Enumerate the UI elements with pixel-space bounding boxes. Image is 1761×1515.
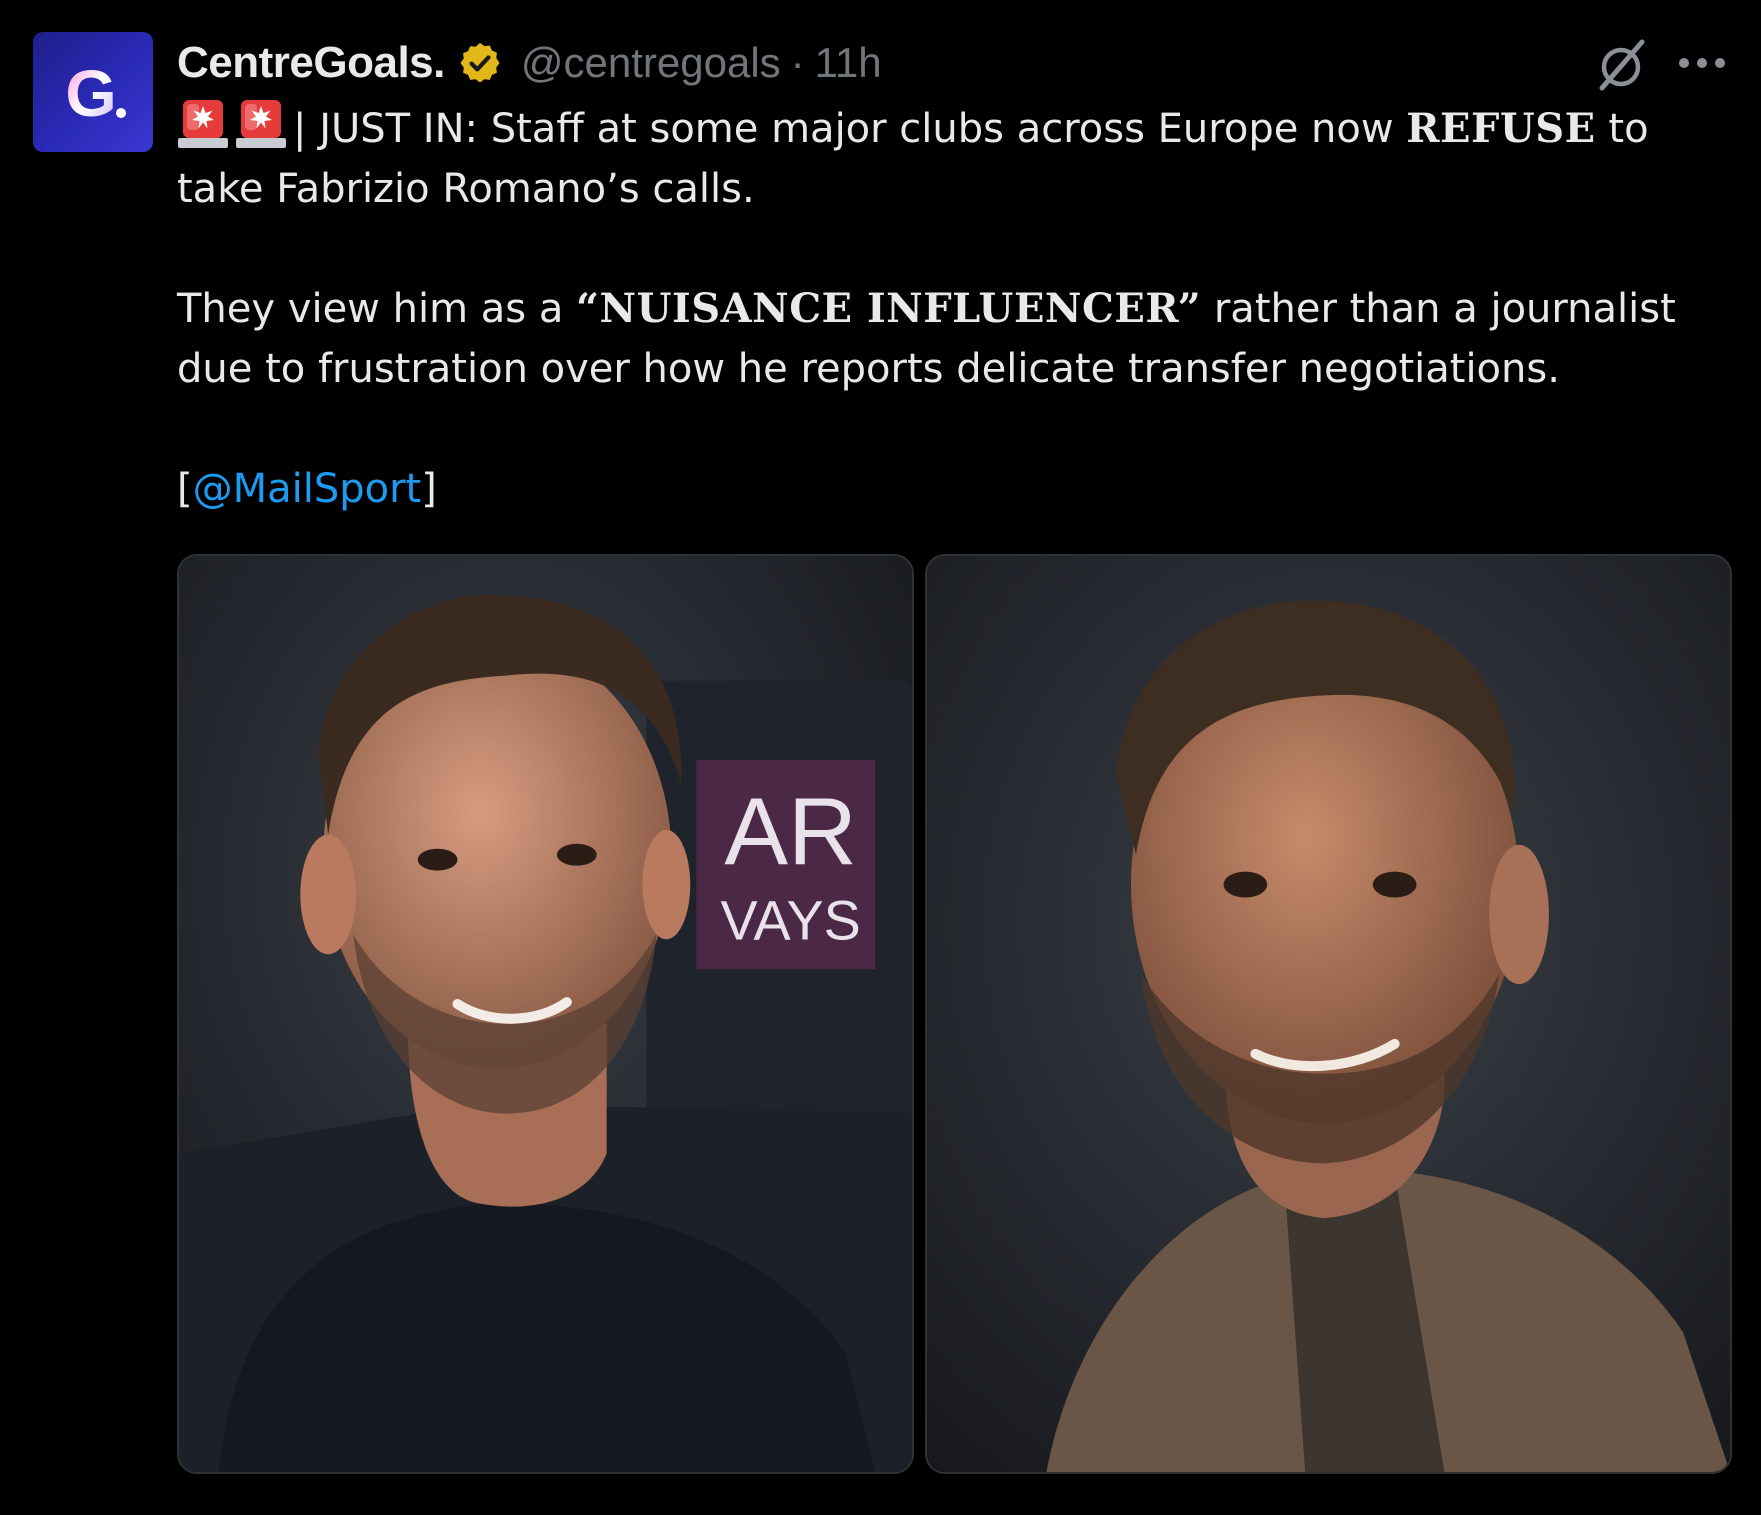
tweet-text: | JUST IN: Staff at some major clubs acr… [177,96,1737,519]
display-name[interactable]: CentreGoals. [177,38,445,88]
timestamp[interactable]: 11h [815,39,882,87]
tweet-text-p1-prefix: | JUST IN: Staff at some major clubs acr… [293,106,1407,152]
separator-dot: · [790,39,805,86]
tweet-text-p2-emphasis: “NUISANCE INFLUENCER” [576,285,1202,332]
centregoals-logo: G [65,56,126,130]
sign-text-2: VAYS [721,889,861,951]
tweet-text-p2-prefix: They view him as a [177,286,577,332]
avatar[interactable]: G [33,32,153,152]
tweet-text-p1-emphasis: REFUSE [1406,105,1596,152]
bracket-close: ] [421,466,437,512]
sign-text-1: AR [724,780,857,886]
tweet-paragraph-3: [@MailSport] [177,459,1737,519]
tweet-paragraph-2: They view him as a “NUISANCE INFLUENCER”… [177,279,1737,399]
post-header: CentreGoals. @centregoals · 11h [177,30,882,96]
siren-icon [177,96,229,150]
verified-badge-icon[interactable] [457,40,503,86]
more-options-icon[interactable] [1676,46,1728,80]
media-photo-left[interactable]: AR VAYS [177,554,914,1474]
mention-link[interactable]: @MailSport [193,466,422,512]
bracket-open: [ [177,466,193,512]
siren-icon [235,96,287,150]
handle[interactable]: @centregoals [521,39,781,87]
tweet-paragraph-1: | JUST IN: Staff at some major clubs acr… [177,96,1737,219]
media-photo-right[interactable] [925,554,1732,1474]
avatar-letter: G [65,56,116,130]
grok-icon[interactable] [1590,34,1652,96]
